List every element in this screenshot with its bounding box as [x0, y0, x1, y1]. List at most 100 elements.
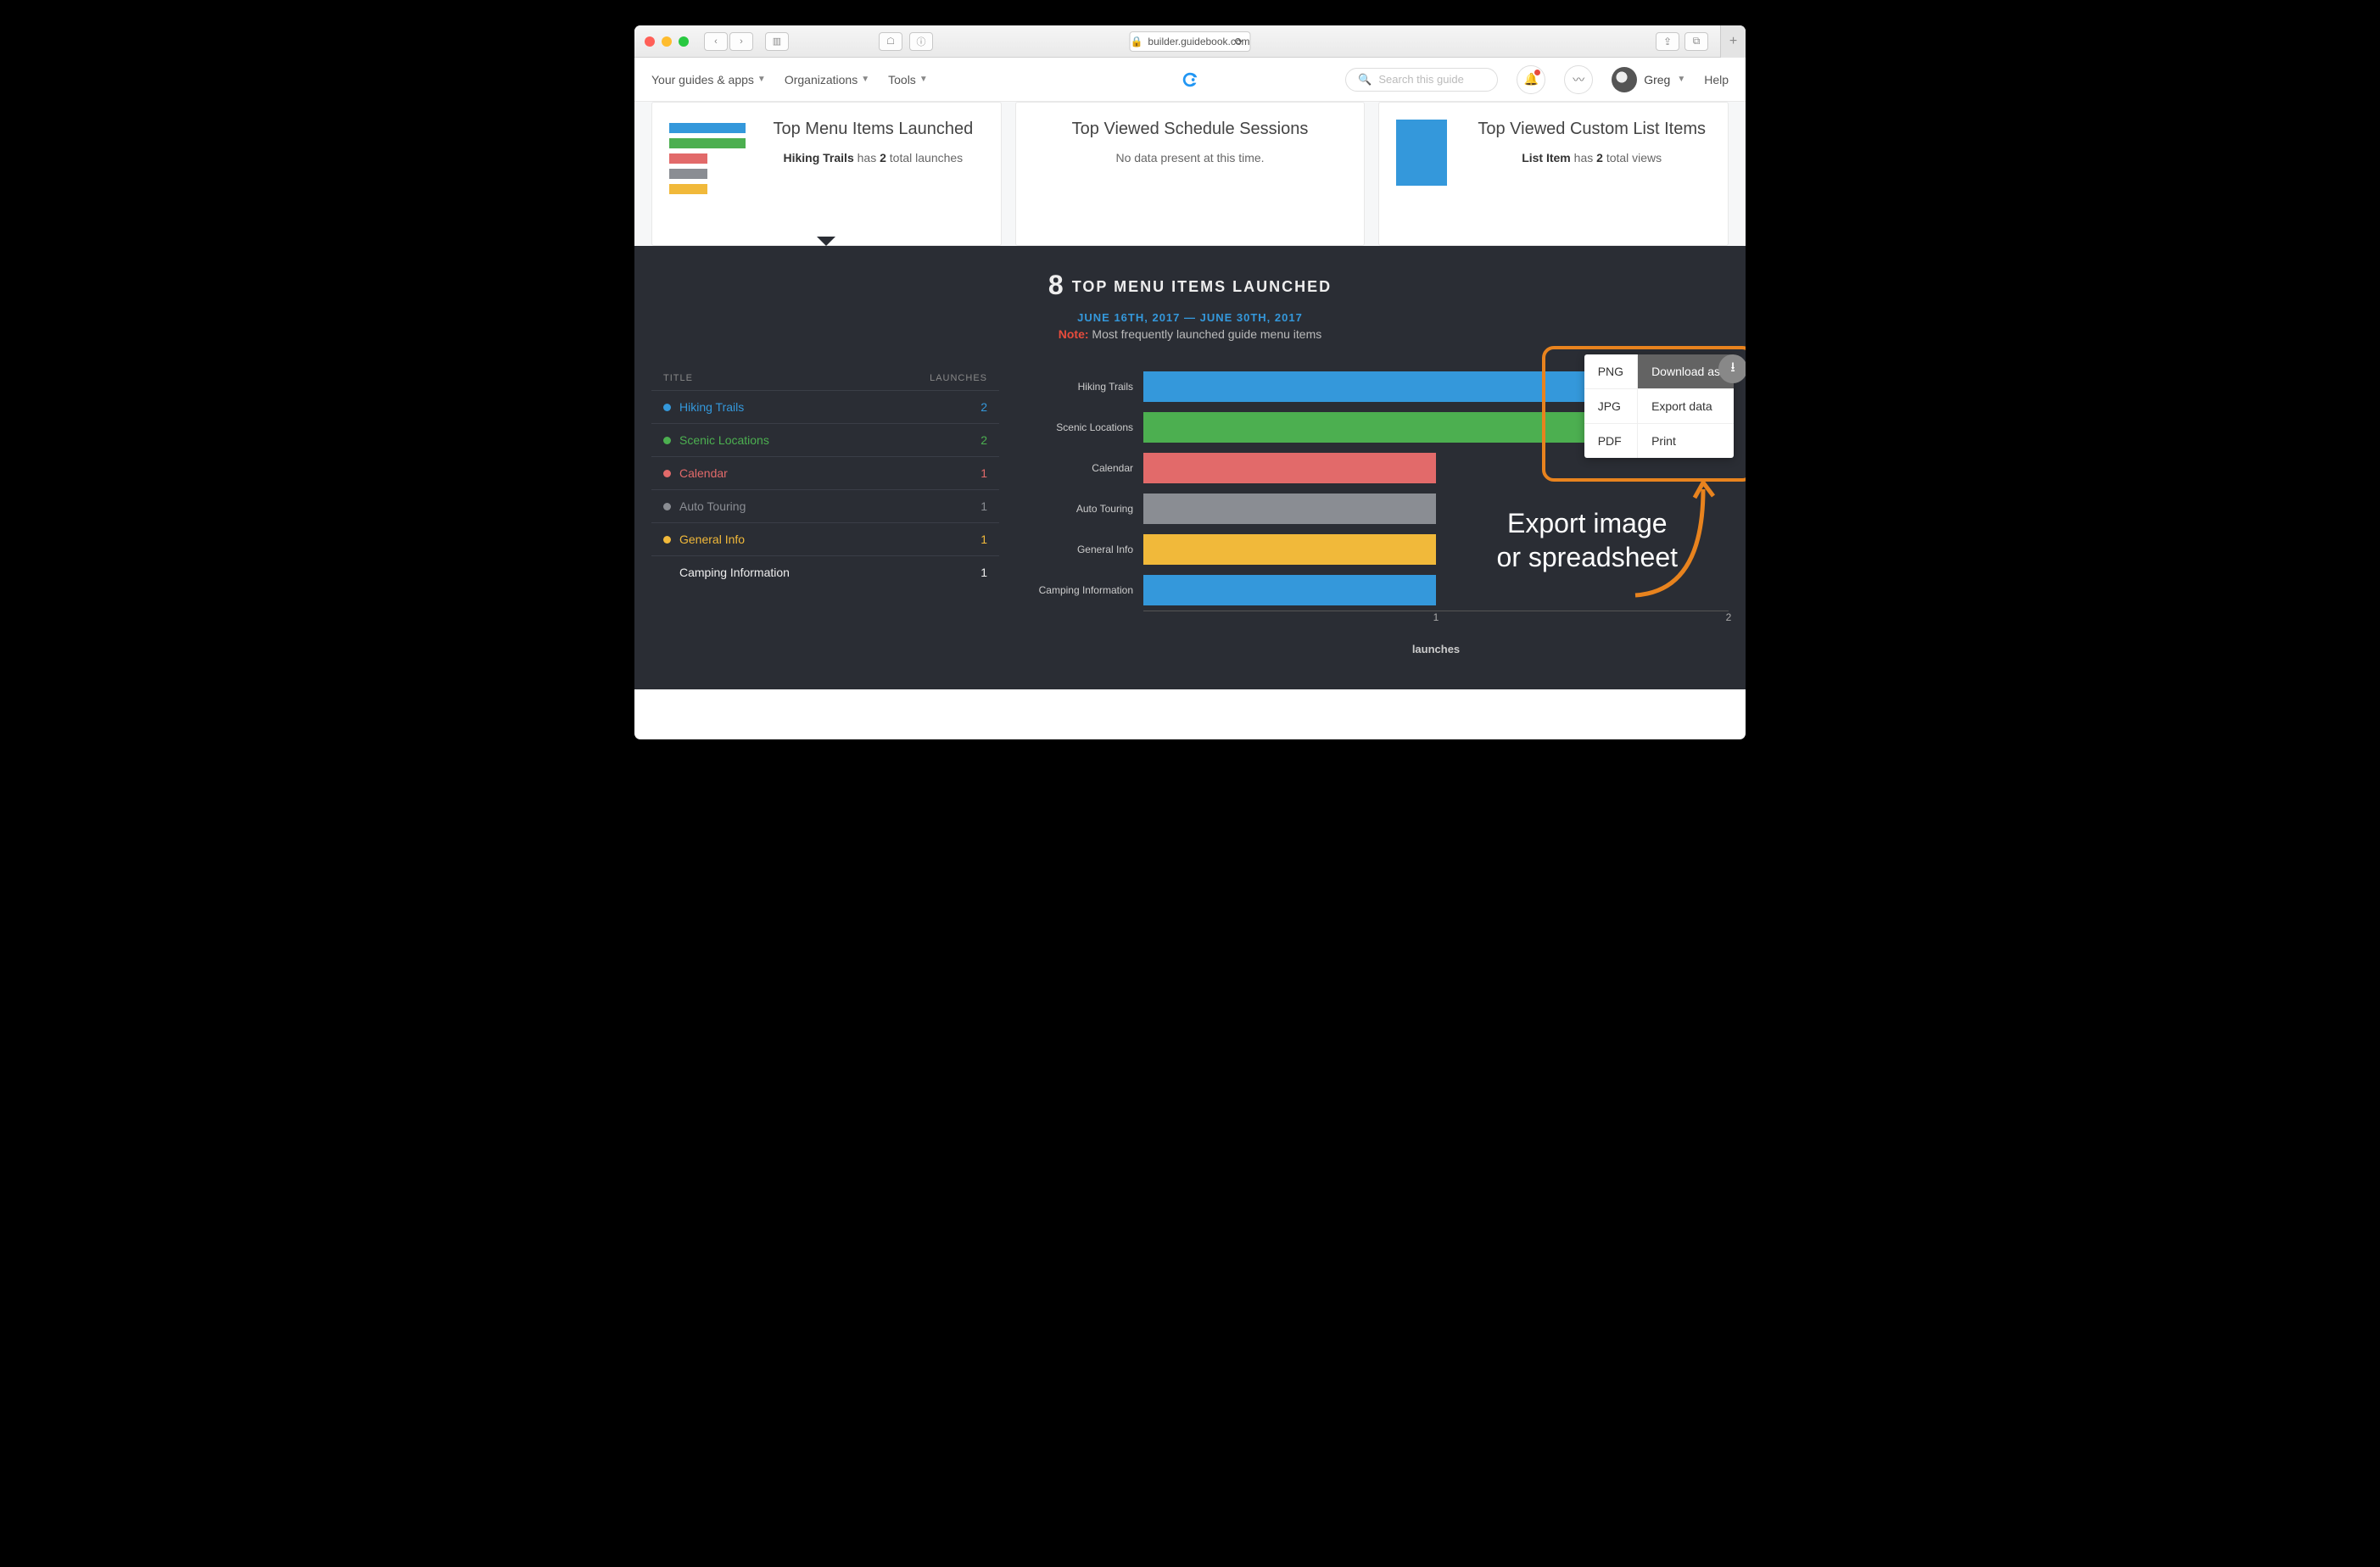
table-row[interactable]: Scenic Locations 2 [651, 424, 999, 457]
minimize-window-button[interactable] [662, 36, 672, 47]
help-link[interactable]: Help [1704, 73, 1729, 86]
chevron-down-icon: ▼ [919, 75, 928, 84]
detail-panel: 8TOP MENU ITEMS LAUNCHED JUNE 16TH, 2017… [634, 246, 1746, 689]
menu-guides[interactable]: Your guides & apps▼ [651, 73, 766, 86]
annotation-text: Export imageor spreadsheet [1497, 506, 1678, 574]
close-window-button[interactable] [645, 36, 655, 47]
date-range: JUNE 16TH, 2017 — JUNE 30TH, 2017 [651, 311, 1729, 324]
chart-bar[interactable] [1143, 453, 1436, 483]
row-label: Camping Information [679, 566, 790, 579]
mini-bar [669, 138, 746, 148]
bar-label: Hiking Trails [1025, 381, 1133, 393]
legend-dot [663, 503, 671, 510]
table-row[interactable]: Auto Touring 1 [651, 490, 999, 523]
menu-organizations[interactable]: Organizations▼ [785, 73, 869, 86]
bar-label: Camping Information [1025, 584, 1133, 596]
row-label: Auto Touring [679, 499, 746, 513]
chart-bar[interactable] [1143, 575, 1436, 605]
axis-tick: 1 [1433, 611, 1439, 623]
card-top-list-items[interactable]: Top Viewed Custom List Items List Item h… [1378, 102, 1729, 246]
chart-bar[interactable] [1143, 534, 1436, 565]
activity-button[interactable]: 〰 [1564, 65, 1593, 94]
chevron-down-icon: ▼ [861, 75, 869, 84]
note: Note: Most frequently launched guide men… [651, 327, 1729, 341]
row-value: 1 [980, 499, 987, 513]
brand-logo [1181, 70, 1199, 89]
export-format-pdf[interactable]: PDF [1584, 424, 1637, 458]
table-row[interactable]: Hiking Trails 2 [651, 391, 999, 424]
mini-bar [669, 184, 707, 194]
legend-dot [663, 536, 671, 544]
privacy-icon[interactable]: ☖ [879, 32, 902, 51]
export-action[interactable]: Export data [1638, 389, 1734, 424]
chevron-down-icon: ▼ [1677, 75, 1685, 84]
bar-label: Scenic Locations [1025, 421, 1133, 433]
avatar [1612, 67, 1637, 92]
forward-button[interactable]: › [729, 32, 753, 51]
launches-table: TITLE LAUNCHES Hiking Trails2Scenic Loca… [651, 366, 999, 655]
table-row[interactable]: Camping Information1 [651, 556, 999, 588]
lock-icon: 🔒 [1130, 36, 1143, 47]
mini-bar [669, 123, 746, 133]
sidebar-button[interactable]: ▥ [765, 32, 789, 51]
address-bar[interactable]: 🔒 builder.guidebook.com ⟳ [1129, 31, 1250, 52]
row-label: General Info [679, 533, 745, 546]
bar-label: Calendar [1025, 462, 1133, 474]
summary-cards: Top Menu Items Launched Hiking Trails ha… [634, 102, 1746, 246]
app-header: Your guides & apps▼ Organizations▼ Tools… [634, 58, 1746, 102]
info-icon[interactable]: ⓘ [909, 32, 933, 51]
chart-bar[interactable] [1143, 494, 1436, 524]
notifications-button[interactable]: 🔔 [1517, 65, 1545, 94]
row-label: Hiking Trails [679, 400, 744, 414]
detail-title: 8TOP MENU ITEMS LAUNCHED [651, 270, 1729, 301]
row-value: 2 [980, 433, 987, 447]
row-label: Scenic Locations [679, 433, 769, 447]
row-value: 2 [980, 400, 987, 414]
activity-icon: 〰 [1573, 71, 1584, 88]
chart-row: Camping Information [1025, 570, 1729, 611]
mini-bar [669, 153, 707, 164]
card-text: No data present at this time. [1033, 151, 1348, 165]
search-icon: 🔍 [1358, 73, 1372, 86]
card-text: Hiking Trails has 2 total launches [763, 151, 984, 165]
card-top-menu-items[interactable]: Top Menu Items Launched Hiking Trails ha… [651, 102, 1002, 246]
legend-dot [663, 437, 671, 444]
mini-square [1396, 120, 1447, 186]
export-menu: PNGJPGPDF Download asExport dataPrint [1584, 354, 1734, 458]
menu-tools[interactable]: Tools▼ [888, 73, 928, 86]
export-format-jpg[interactable]: JPG [1584, 389, 1637, 424]
row-label: Calendar [679, 466, 728, 480]
card-title: Top Viewed Custom List Items [1472, 120, 1711, 139]
user-menu[interactable]: Greg ▼ [1612, 67, 1685, 92]
mini-bar [669, 169, 707, 179]
titlebar: ‹ › ▥ ☖ ⓘ 🔒 builder.guidebook.com ⟳ ⇪ ⧉ … [634, 25, 1746, 58]
table-row[interactable]: General Info 1 [651, 523, 999, 556]
legend-dot [663, 470, 671, 477]
notification-badge [1534, 70, 1540, 75]
export-format-png[interactable]: PNG [1584, 354, 1637, 389]
search-input[interactable]: 🔍 Search this guide [1345, 68, 1498, 92]
legend-dot [663, 404, 671, 411]
download-icon: ⭳ [1730, 358, 1735, 381]
card-top-schedule[interactable]: Top Viewed Schedule Sessions No data pre… [1015, 102, 1366, 246]
browser-window: ‹ › ▥ ☖ ⓘ 🔒 builder.guidebook.com ⟳ ⇪ ⧉ … [634, 25, 1746, 739]
row-value: 1 [980, 466, 987, 480]
reload-icon[interactable]: ⟳ [1234, 36, 1243, 47]
new-tab-button[interactable]: + [1720, 25, 1746, 58]
share-icon[interactable]: ⇪ [1656, 32, 1679, 51]
bar-label: General Info [1025, 544, 1133, 555]
zoom-window-button[interactable] [679, 36, 689, 47]
th-title: TITLE [663, 373, 693, 383]
table-row[interactable]: Calendar 1 [651, 457, 999, 490]
window-controls [645, 36, 689, 47]
axis-tick: 2 [1726, 611, 1732, 623]
card-title: Top Menu Items Launched [763, 120, 984, 139]
back-button[interactable]: ‹ [704, 32, 728, 51]
mini-bars [669, 120, 746, 194]
export-action[interactable]: Print [1638, 424, 1734, 458]
tabs-icon[interactable]: ⧉ [1684, 32, 1708, 51]
row-value: 1 [980, 533, 987, 546]
bar-chart: Hiking TrailsScenic LocationsCalendarAut… [1025, 366, 1729, 655]
card-title: Top Viewed Schedule Sessions [1033, 120, 1348, 139]
download-button[interactable]: ⭳ [1718, 354, 1746, 383]
